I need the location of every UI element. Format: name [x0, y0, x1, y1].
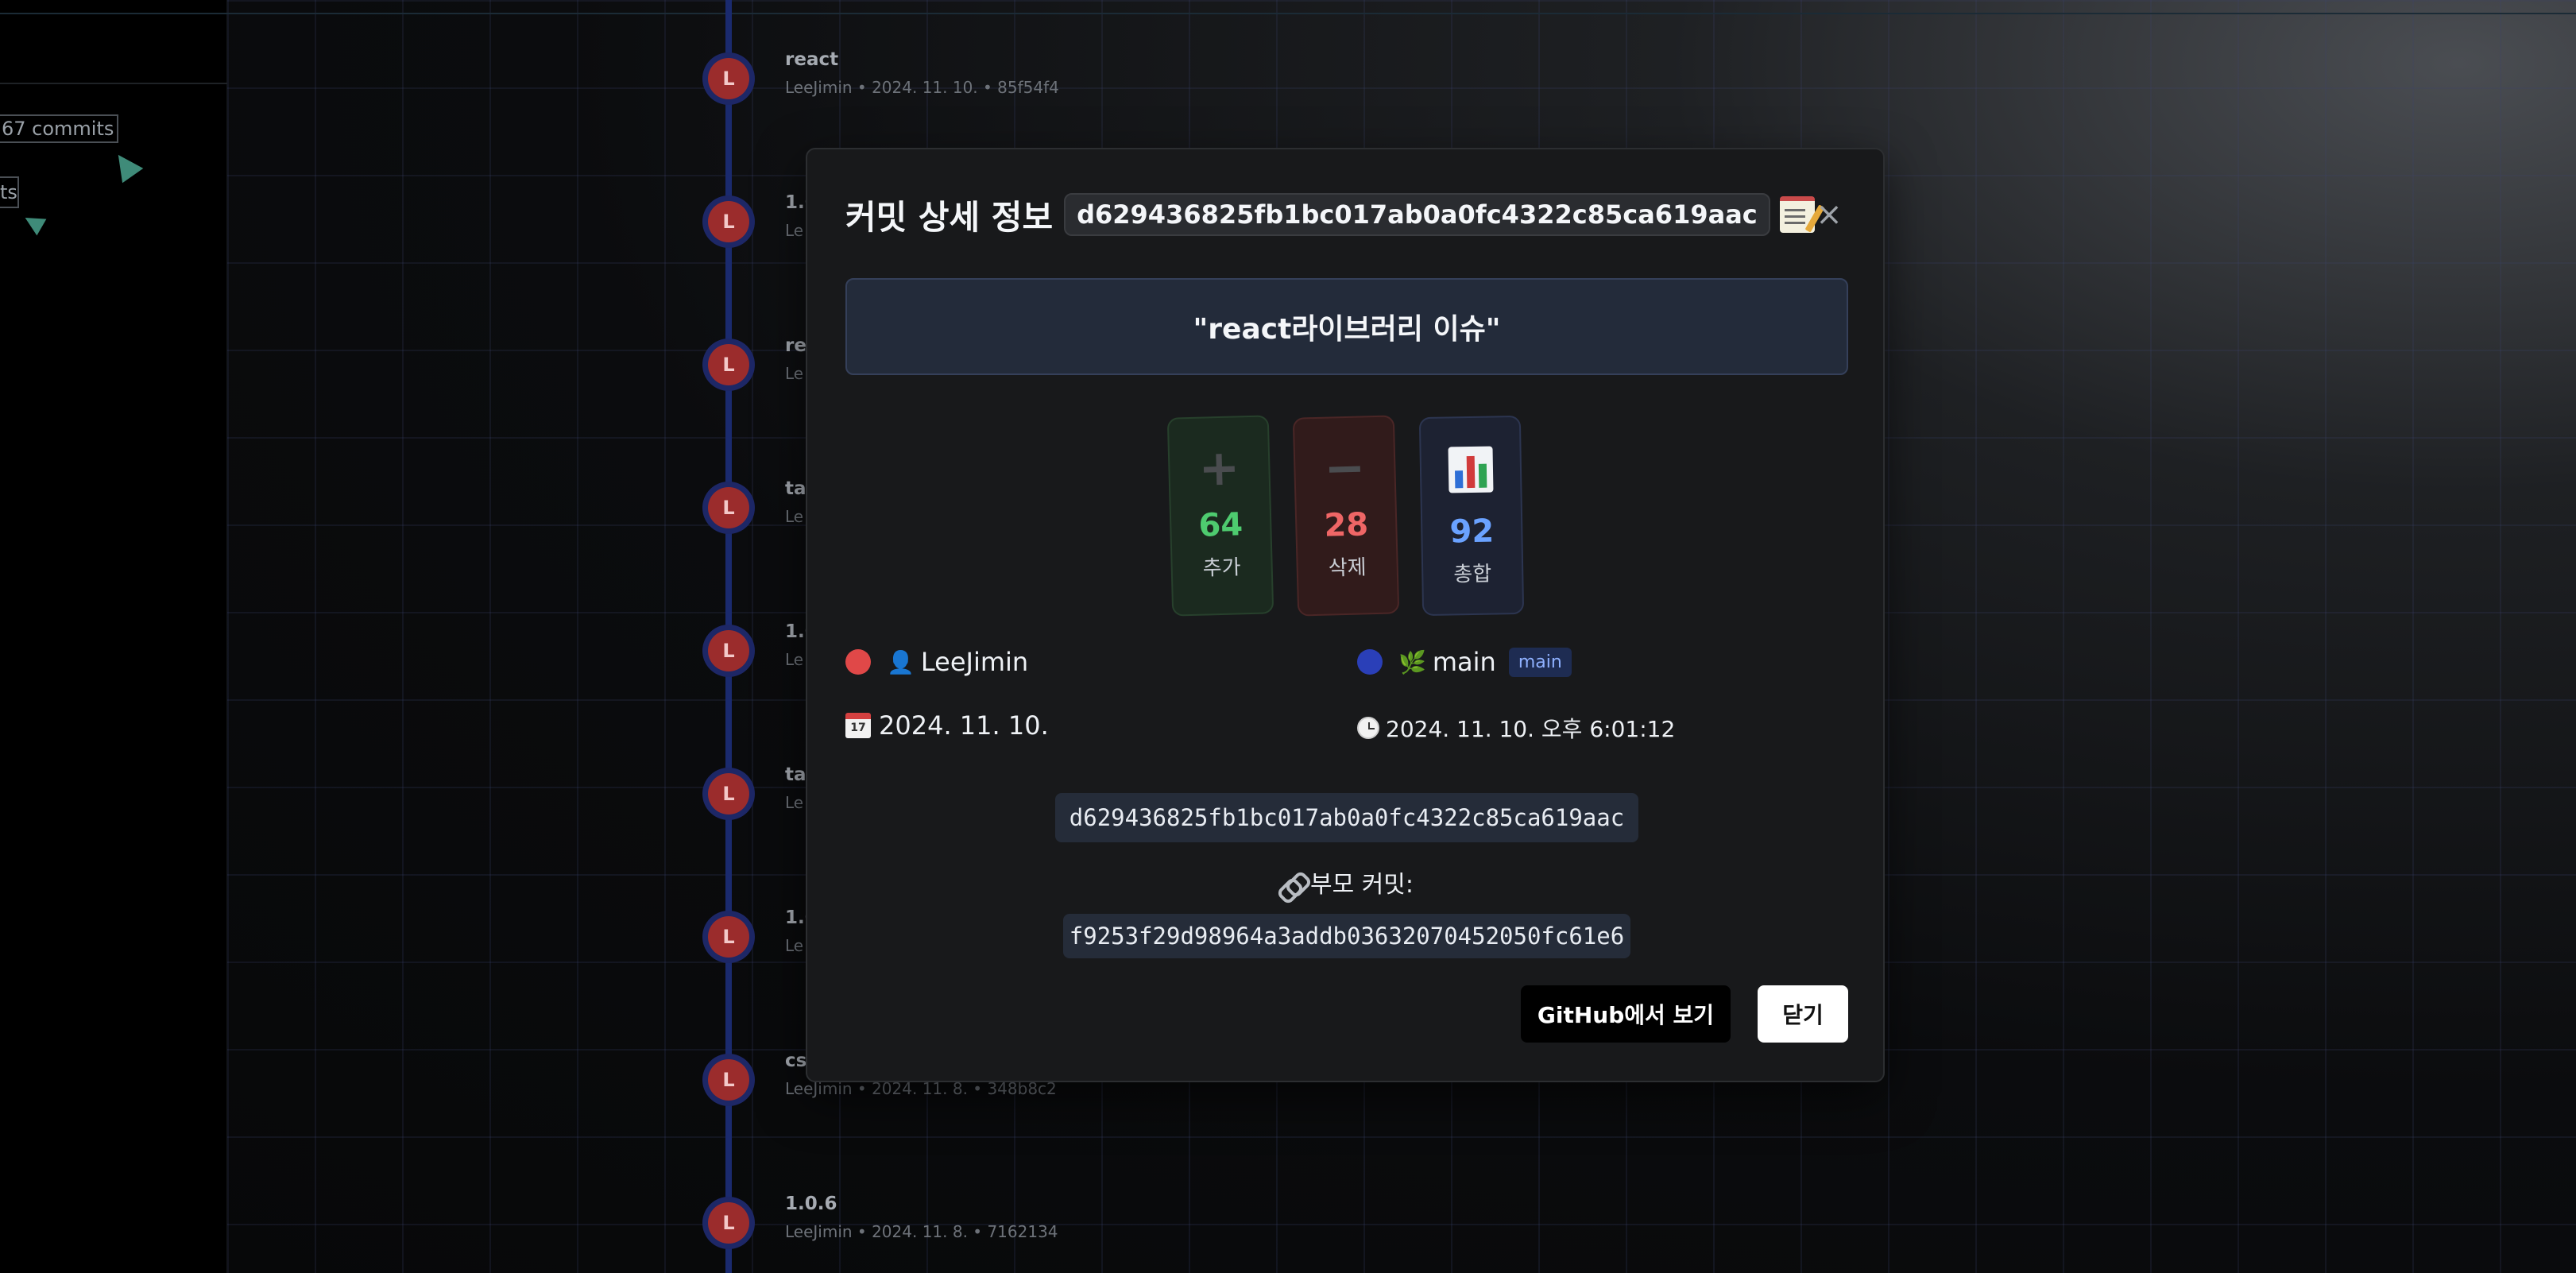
additions-card: + 64 추가	[1166, 415, 1274, 617]
author-color-dot	[845, 649, 871, 675]
herb-icon: 🌿	[1398, 648, 1426, 675]
commit-node[interactable]: L	[702, 339, 755, 391]
commit-node[interactable]: L	[702, 1054, 755, 1106]
commit-node[interactable]: L	[702, 911, 755, 963]
avatar: L	[708, 630, 749, 671]
parent-commit-label: 부모 커밋:	[807, 865, 1886, 900]
link-icon	[1280, 874, 1304, 898]
branch-row: 🌿 main main	[1357, 647, 1572, 677]
parent-commit-hash[interactable]: f9253f29d98964a3addb03632070452050fc61e6	[1063, 914, 1630, 958]
commit-message: "react라이브러리 이슈"	[845, 278, 1848, 375]
commit-entry[interactable]: re Le	[785, 335, 806, 383]
divider	[0, 83, 227, 84]
author-name: LeeJimin	[920, 647, 1029, 677]
cursor-arrow-icon	[20, 209, 47, 236]
commit-title: ta	[785, 764, 806, 785]
branch-badge: main	[1508, 647, 1572, 677]
close-icon[interactable]: ×	[1813, 199, 1845, 230]
datetime-row: 2024. 11. 10. 오후 6:01:12	[1357, 712, 1675, 744]
deletions-value: 28	[1323, 506, 1369, 544]
commits-label-partial: ts	[0, 176, 19, 208]
stats-row: + 64 추가 − 28 삭제 92 총합	[1166, 415, 1527, 617]
parent-label-text: 부모 커밋:	[1309, 871, 1414, 899]
total-label: 총합	[1453, 562, 1492, 587]
divider	[227, 13, 2576, 14]
deletions-card: − 28 삭제	[1292, 415, 1400, 617]
author-row: 👤 LeeJimin	[845, 647, 1028, 677]
avatar: L	[708, 773, 749, 814]
commit-title: ta	[785, 478, 806, 499]
commit-title: react	[785, 49, 839, 70]
deletions-label: 삭제	[1328, 555, 1367, 581]
avatar: L	[708, 201, 749, 242]
cursor-arrow-icon	[107, 147, 144, 184]
commit-entry[interactable]: react LeeJimin • 2024. 11. 10. • 85f54f4	[785, 49, 1059, 97]
commit-node[interactable]: L	[702, 195, 755, 248]
minus-icon: −	[1323, 438, 1367, 497]
avatar: L	[708, 58, 749, 99]
commit-node[interactable]: L	[702, 52, 755, 105]
date-row: 17 2024. 11. 10.	[845, 710, 1049, 741]
modal-header: 커밋 상세 정보 d629436825fb1bc017ab0a0fc4322c8…	[845, 191, 1815, 238]
commit-date: 2024. 11. 10.	[879, 710, 1049, 741]
full-commit-hash[interactable]: d629436825fb1bc017ab0a0fc4322c85ca619aac	[1055, 793, 1638, 842]
view-on-github-button[interactable]: GitHub에서 보기	[1521, 985, 1731, 1043]
branch-name: main	[1432, 647, 1496, 677]
plus-icon: +	[1197, 438, 1241, 497]
commit-node[interactable]: L	[702, 482, 755, 534]
memo-icon	[1779, 196, 1815, 233]
divider	[0, 13, 227, 14]
additions-label: 추가	[1202, 555, 1242, 581]
commit-detail-modal: 커밋 상세 정보 d629436825fb1bc017ab0a0fc4322c8…	[806, 148, 1885, 1082]
commit-meta: Le	[785, 793, 804, 812]
avatar: L	[708, 916, 749, 958]
calendar-icon: 17	[845, 713, 871, 738]
modal-title: 커밋 상세 정보	[845, 197, 1054, 237]
total-value: 92	[1449, 513, 1495, 551]
commit-meta: LeeJimin • 2024. 11. 10. • 85f54f4	[785, 78, 1059, 97]
close-button[interactable]: 닫기	[1758, 985, 1848, 1043]
commit-node[interactable]: L	[702, 768, 755, 820]
commit-node[interactable]: L	[702, 1197, 755, 1249]
total-card: 92 총합	[1418, 415, 1525, 617]
commit-entry[interactable]: ta Le	[785, 764, 806, 812]
avatar: L	[708, 344, 749, 385]
left-panel: 67 commits ts	[0, 0, 227, 1273]
commit-hash-badge: d629436825fb1bc017ab0a0fc4322c85ca619aac	[1064, 193, 1770, 236]
additions-value: 64	[1197, 506, 1244, 544]
clock-icon	[1357, 717, 1379, 739]
avatar: L	[708, 1202, 749, 1244]
commit-title: 1.0.6	[785, 1194, 837, 1214]
avatar: L	[708, 487, 749, 528]
commit-count-label: 67 commits	[0, 114, 119, 143]
commit-node[interactable]: L	[702, 625, 755, 677]
commit-title: re	[785, 335, 806, 356]
bar-chart-icon	[1448, 446, 1494, 493]
commit-meta: LeeJimin • 2024. 11. 8. • 7162134	[785, 1222, 1058, 1241]
person-icon: 👤	[887, 648, 915, 675]
commit-entry[interactable]: ta Le	[785, 478, 806, 526]
commit-datetime: 2024. 11. 10. 오후 6:01:12	[1386, 716, 1676, 742]
commit-meta: Le	[785, 364, 804, 383]
avatar: L	[708, 1059, 749, 1101]
commit-meta: Le	[785, 507, 804, 526]
commit-entry[interactable]: 1.0.6 LeeJimin • 2024. 11. 8. • 7162134	[785, 1194, 1058, 1241]
branch-color-dot	[1357, 649, 1383, 675]
